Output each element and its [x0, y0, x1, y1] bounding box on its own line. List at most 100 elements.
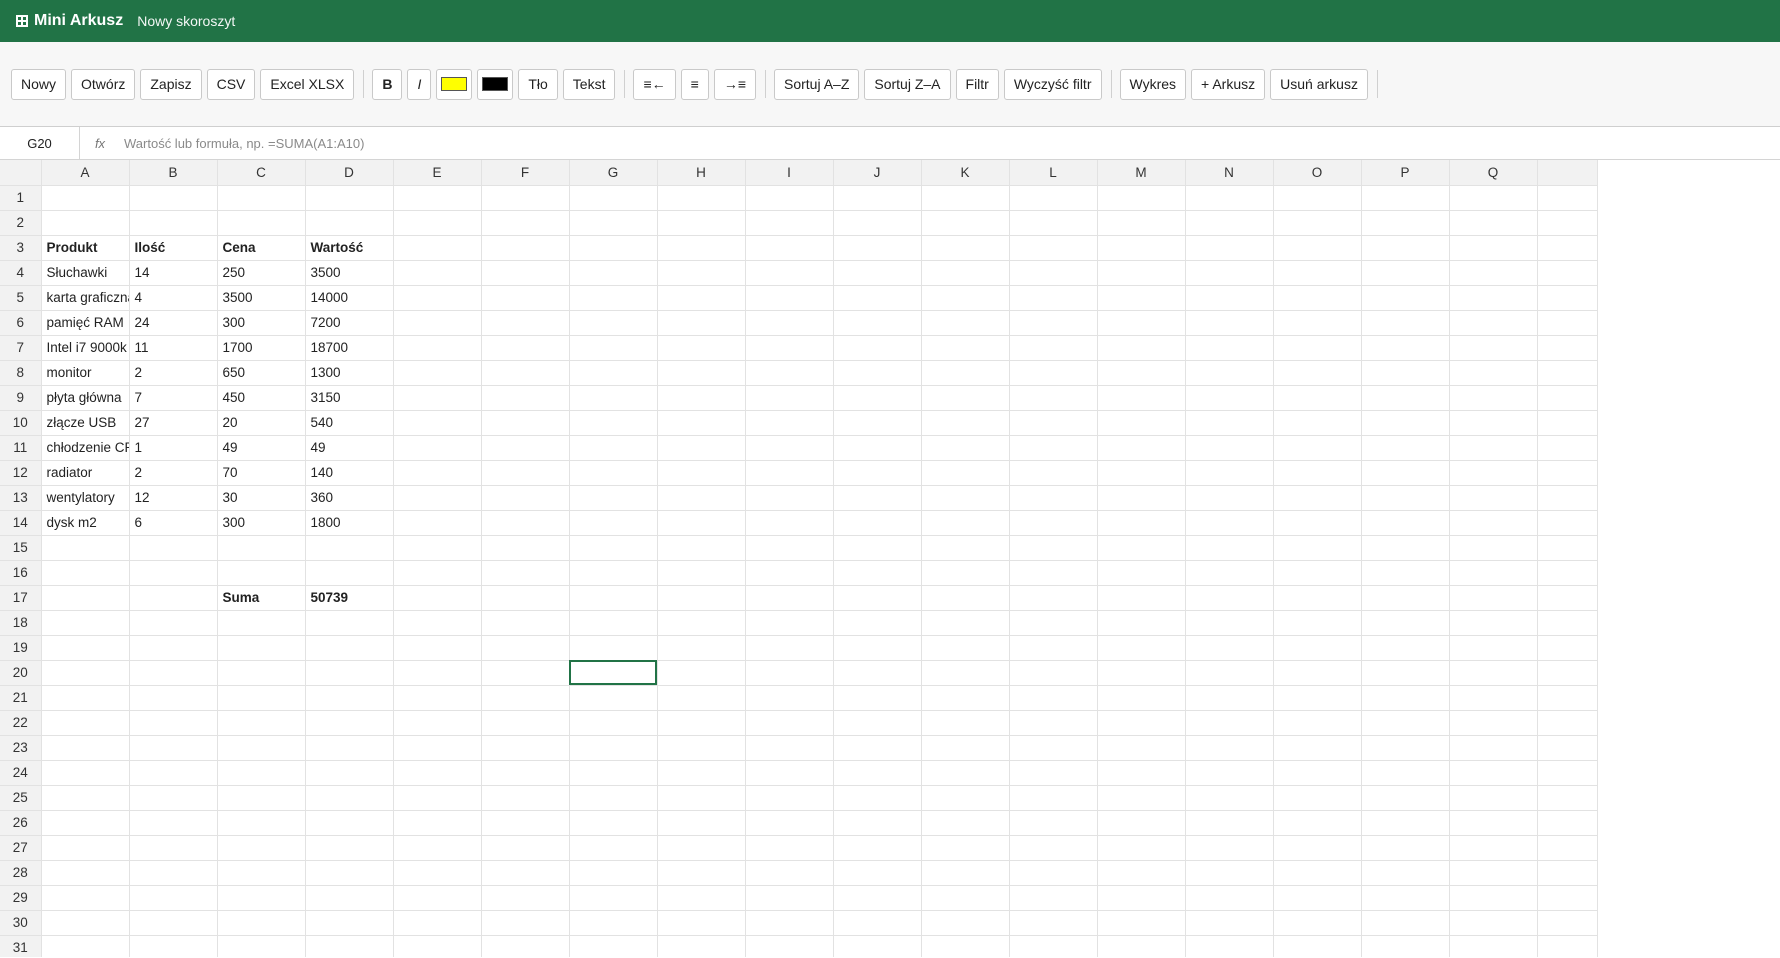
cell-b25[interactable]: [129, 785, 218, 811]
cell-d28[interactable]: [305, 860, 394, 886]
cell-h21[interactable]: [657, 685, 746, 711]
cell-e8[interactable]: [393, 360, 482, 386]
cell-p28[interactable]: [1361, 860, 1450, 886]
cell-i31[interactable]: [745, 935, 834, 957]
cell-a10[interactable]: złącze USB: [41, 410, 130, 436]
cell-b30[interactable]: [129, 910, 218, 936]
cell-m26[interactable]: [1097, 810, 1186, 836]
cell-b28[interactable]: [129, 860, 218, 886]
cell-c14[interactable]: 300: [217, 510, 306, 536]
cell-p7[interactable]: [1361, 335, 1450, 361]
cell-b16[interactable]: [129, 560, 218, 586]
cell-j27[interactable]: [833, 835, 922, 861]
cell-o22[interactable]: [1273, 710, 1362, 736]
cell-c29[interactable]: [217, 885, 306, 911]
cell-q16[interactable]: [1449, 560, 1538, 586]
cell-m22[interactable]: [1097, 710, 1186, 736]
cell-j30[interactable]: [833, 910, 922, 936]
cell-o26[interactable]: [1273, 810, 1362, 836]
cell-h16[interactable]: [657, 560, 746, 586]
cell-n18[interactable]: [1185, 610, 1274, 636]
cell-n12[interactable]: [1185, 460, 1274, 486]
cell-b21[interactable]: [129, 685, 218, 711]
cell-g20[interactable]: [569, 660, 658, 686]
cell-b10[interactable]: 27: [129, 410, 218, 436]
cell-f8[interactable]: [481, 360, 570, 386]
cell-c16[interactable]: [217, 560, 306, 586]
cell-n31[interactable]: [1185, 935, 1274, 957]
cell-j19[interactable]: [833, 635, 922, 661]
cell-b12[interactable]: 2: [129, 460, 218, 486]
row-header[interactable]: 7: [0, 335, 42, 361]
cell-m30[interactable]: [1097, 910, 1186, 936]
cell-o27[interactable]: [1273, 835, 1362, 861]
cell-q15[interactable]: [1449, 535, 1538, 561]
cell-d3[interactable]: Wartość: [305, 235, 394, 261]
cell-k3[interactable]: [921, 235, 1010, 261]
row-header[interactable]: 11: [0, 435, 42, 461]
cell-l31[interactable]: [1009, 935, 1098, 957]
cell-f25[interactable]: [481, 785, 570, 811]
cell-e16[interactable]: [393, 560, 482, 586]
cell-n7[interactable]: [1185, 335, 1274, 361]
cell-a8[interactable]: monitor: [41, 360, 130, 386]
cell-o10[interactable]: [1273, 410, 1362, 436]
cell-g2[interactable]: [569, 210, 658, 236]
cell-f14[interactable]: [481, 510, 570, 536]
cell-l4[interactable]: [1009, 260, 1098, 286]
cell-p22[interactable]: [1361, 710, 1450, 736]
cell-m3[interactable]: [1097, 235, 1186, 261]
cell-p29[interactable]: [1361, 885, 1450, 911]
cell-d10[interactable]: 540: [305, 410, 394, 436]
cell-i8[interactable]: [745, 360, 834, 386]
cell-g16[interactable]: [569, 560, 658, 586]
cell-d26[interactable]: [305, 810, 394, 836]
cell-j1[interactable]: [833, 185, 922, 211]
cell-c4[interactable]: 250: [217, 260, 306, 286]
cell-m6[interactable]: [1097, 310, 1186, 336]
cell-h31[interactable]: [657, 935, 746, 957]
cell-m18[interactable]: [1097, 610, 1186, 636]
cell-k26[interactable]: [921, 810, 1010, 836]
cell-g18[interactable]: [569, 610, 658, 636]
column-header-c[interactable]: C: [217, 160, 306, 186]
cell-f4[interactable]: [481, 260, 570, 286]
cell-f13[interactable]: [481, 485, 570, 511]
cell-e23[interactable]: [393, 735, 482, 761]
cell-g6[interactable]: [569, 310, 658, 336]
row-header[interactable]: 28: [0, 860, 42, 886]
cell-f11[interactable]: [481, 435, 570, 461]
column-header-h[interactable]: H: [657, 160, 746, 186]
cell-k22[interactable]: [921, 710, 1010, 736]
cell-i18[interactable]: [745, 610, 834, 636]
save-button[interactable]: Zapisz: [140, 68, 202, 100]
cell-q25[interactable]: [1449, 785, 1538, 811]
cell-m8[interactable]: [1097, 360, 1186, 386]
cell-q30[interactable]: [1449, 910, 1538, 936]
cell-h3[interactable]: [657, 235, 746, 261]
cell-q5[interactable]: [1449, 285, 1538, 311]
cell-o16[interactable]: [1273, 560, 1362, 586]
cell-c24[interactable]: [217, 760, 306, 786]
cell-q11[interactable]: [1449, 435, 1538, 461]
cell-h8[interactable]: [657, 360, 746, 386]
cell-j20[interactable]: [833, 660, 922, 686]
cell-o20[interactable]: [1273, 660, 1362, 686]
cell-i9[interactable]: [745, 385, 834, 411]
cell-p21[interactable]: [1361, 685, 1450, 711]
cell-j10[interactable]: [833, 410, 922, 436]
cell-q20[interactable]: [1449, 660, 1538, 686]
cell-m27[interactable]: [1097, 835, 1186, 861]
column-header-o[interactable]: O: [1273, 160, 1362, 186]
cell-p6[interactable]: [1361, 310, 1450, 336]
cell-j29[interactable]: [833, 885, 922, 911]
cell-n16[interactable]: [1185, 560, 1274, 586]
cell-h26[interactable]: [657, 810, 746, 836]
cell-g31[interactable]: [569, 935, 658, 957]
cell-h4[interactable]: [657, 260, 746, 286]
cell-j16[interactable]: [833, 560, 922, 586]
cell-e28[interactable]: [393, 860, 482, 886]
cell-k5[interactable]: [921, 285, 1010, 311]
cell-q18[interactable]: [1449, 610, 1538, 636]
cell-m4[interactable]: [1097, 260, 1186, 286]
